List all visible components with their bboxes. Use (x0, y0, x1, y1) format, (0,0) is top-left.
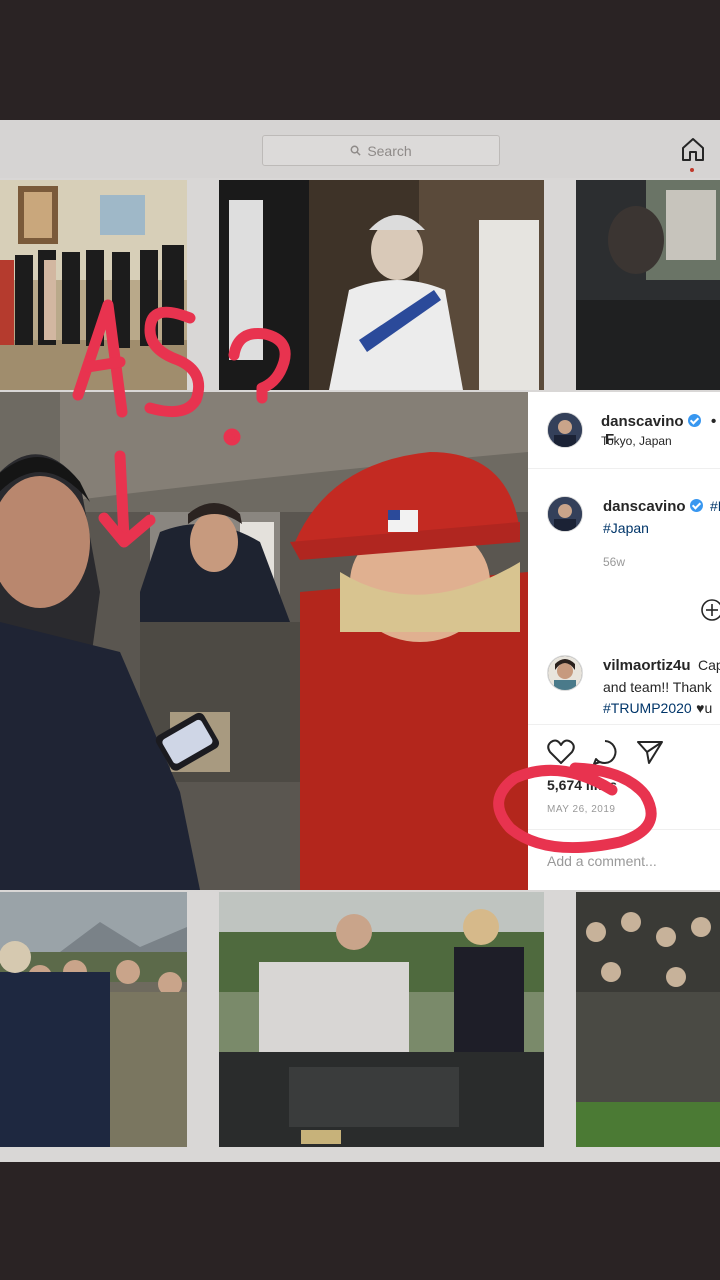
post-header: danscavino • F Tokyo, Japan (528, 392, 720, 468)
golf-cart-image (219, 892, 544, 1147)
grid-thumbnail[interactable] (0, 892, 187, 1147)
grid-thumbnail[interactable] (576, 180, 720, 390)
add-comment-input[interactable]: Add a comment... (547, 853, 657, 869)
verified-badge-icon (687, 414, 701, 427)
likes-count[interactable]: 5,674 likes (547, 777, 617, 793)
add-icon[interactable] (700, 598, 720, 622)
comment-text-line3: ♥u (696, 700, 713, 716)
heart-icon[interactable] (547, 739, 575, 765)
caption-hashtag[interactable]: #M (710, 498, 720, 514)
comment-text-line1: Cap (697, 657, 720, 673)
post-modal: danscavino • F Tokyo, Japan danscavino #… (0, 392, 720, 890)
post-location[interactable]: Tokyo, Japan (601, 434, 672, 448)
comment-item: vilmaortiz4u Cap and team!! Thank #TRUMP… (528, 647, 720, 727)
outdoor-photo-image (576, 180, 720, 390)
post-date: MAY 26, 2019 (547, 804, 616, 815)
avatar-image (548, 497, 582, 531)
search-icon (350, 145, 361, 156)
actions-divider (528, 724, 720, 725)
post-sidebar: danscavino • F Tokyo, Japan danscavino #… (528, 392, 720, 890)
verified-badge-icon (689, 499, 703, 512)
home-icon[interactable] (680, 136, 706, 162)
press-crowd-image (576, 892, 720, 1147)
caption-username[interactable]: danscavino (603, 498, 686, 515)
instagram-web-screen: Search danscavino • F Tokyo, Japan dansc… (0, 120, 720, 1162)
avatar[interactable] (547, 655, 583, 691)
avatar-image (548, 656, 582, 690)
comment-input-divider (528, 829, 720, 830)
comment-hashtag[interactable]: #TRUMP2020 (603, 700, 692, 716)
grid-thumbnail[interactable] (219, 180, 544, 390)
comment-username[interactable]: vilmaortiz4u (603, 657, 691, 674)
post-caption: danscavino #M #Japan 56w (528, 482, 720, 582)
comment-icon[interactable] (591, 738, 619, 766)
interior-vehicle-photo (0, 392, 528, 890)
avatar[interactable] (547, 496, 583, 532)
home-active-dot (690, 168, 694, 172)
grid-thumbnail[interactable] (219, 892, 544, 1147)
post-photo (0, 392, 528, 890)
comment-text-line2: and team!! Thank (603, 679, 712, 695)
share-icon[interactable] (636, 739, 664, 765)
post-author-username[interactable]: danscavino (601, 413, 684, 430)
troops-photo-image (0, 892, 187, 1147)
group-photo-image (0, 180, 187, 390)
post-age: 56w (603, 555, 626, 569)
avatar-image (548, 413, 582, 447)
separator-dot: • (710, 413, 717, 430)
grid-thumbnail[interactable] (576, 892, 720, 1147)
header-divider (528, 468, 720, 469)
search-placeholder: Search (367, 142, 412, 159)
grid-thumbnail[interactable] (0, 180, 187, 390)
caption-hashtag-japan[interactable]: #Japan (603, 520, 649, 536)
avatar[interactable] (547, 412, 583, 448)
top-navigation-bar: Search (0, 120, 720, 178)
search-box[interactable]: Search (262, 135, 500, 166)
state-banquet-image (219, 180, 544, 390)
